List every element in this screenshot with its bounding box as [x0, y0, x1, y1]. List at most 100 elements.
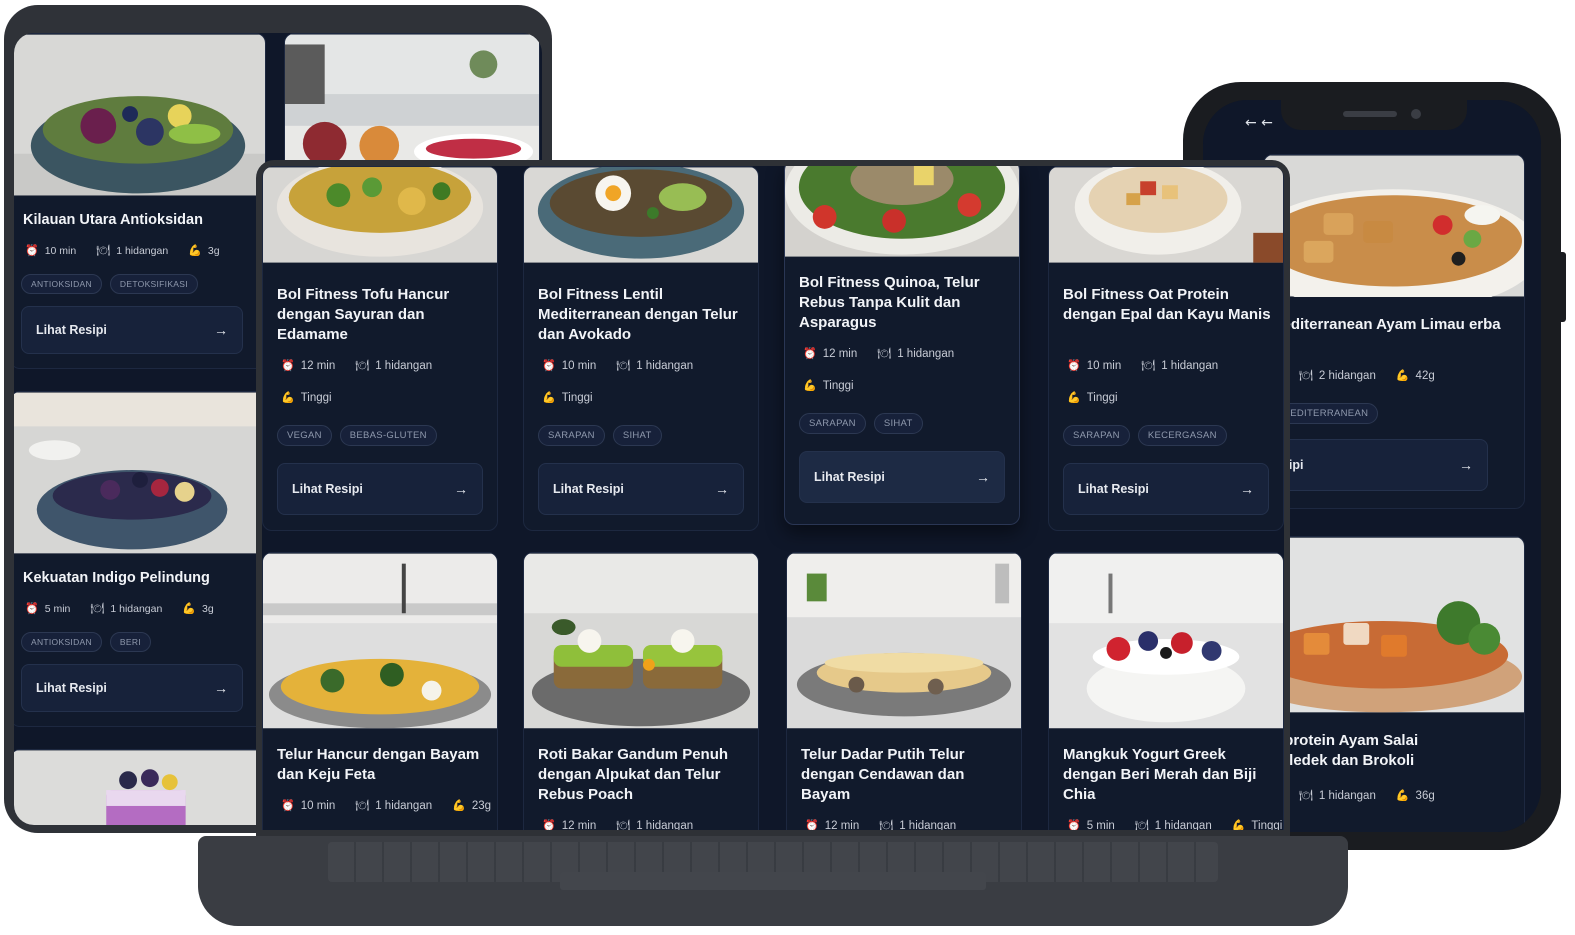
muscle-icon: 💪 [542, 392, 556, 404]
timer-icon: ⏰ [1067, 360, 1081, 372]
view-recipe-button[interactable]: Lihat Resipi → [21, 664, 243, 712]
tag: SIHAT [612, 425, 662, 446]
plate-icon: 🍽 [616, 820, 631, 830]
recipe-image [1264, 537, 1524, 713]
muscle-icon: 💪 [188, 245, 202, 257]
tag: KECERGASAN [1137, 425, 1227, 446]
recipe-image [14, 34, 265, 196]
muscle-icon: 💪 [1395, 790, 1410, 802]
recipe-protein: 💪 Tinggi [803, 379, 854, 393]
recipe-title: Bol Fitness Quinoa, Telur Rebus Tanpa Ku… [799, 274, 980, 331]
recipe-protein: 💪 Tinggi [542, 391, 593, 405]
arrow-right-icon: → [976, 469, 990, 485]
plate-icon: 🍽 [1141, 360, 1156, 372]
view-recipe-button[interactable]: Lihat Resipi → [1063, 463, 1269, 515]
recipe-card[interactable]: Bol Fitness Oat Protein dengan Epal dan … [1048, 166, 1284, 531]
view-recipe-button[interactable]: Lihat Resipi → [538, 463, 744, 515]
muscle-icon: 💪 [1067, 392, 1081, 404]
timer-icon: ⏰ [803, 348, 817, 360]
plate-icon: 🍽 [1298, 790, 1313, 802]
view-recipe-button[interactable]: Lihat Resipi → [277, 463, 483, 515]
recipe-card[interactable]: Roti Bakar Gandum Penuh dengan Alpukat d… [523, 552, 759, 830]
recipe-image [524, 167, 758, 263]
timer-icon: ⏰ [25, 603, 39, 615]
arrow-right-icon: → [214, 322, 228, 338]
timer-icon: ⏰ [281, 800, 295, 812]
recipe-title: Telur Hancur dengan Bayam dan Keju Feta [277, 746, 480, 783]
view-recipe-button[interactable]: Lihat Resipi → [799, 451, 1005, 503]
recipe-meta: ⏰ 10 min 🍽 1 hidangan 💪 3g [25, 244, 220, 258]
tag: BEBAS-GLUTEN [339, 425, 437, 446]
recipe-title: Kekuatan Indigo Pelindung [23, 570, 210, 586]
recipe-card[interactable]: Kilauan Utara Antioksidan ⏰ 10 min 🍽 1 hid… [14, 33, 266, 369]
plate-icon: 🍽 [1134, 820, 1149, 830]
arrow-right-icon: → [1240, 481, 1254, 497]
recipe-tags: ANTIOKSIDAN BERI [21, 632, 151, 652]
recipe-meta: ⏰ 10 min 🍽 1 hidangan [542, 359, 694, 373]
back-arrow-icon[interactable]: ← ← [1245, 115, 1273, 131]
recipe-tags: SARAPAN SIHAT [538, 425, 662, 446]
recipe-image [1264, 155, 1524, 297]
recipe-title: Bol Fitness Lentil Mediterranean dengan … [538, 286, 738, 343]
camera-icon [1411, 109, 1421, 119]
plate-icon: 🍽 [355, 800, 370, 812]
plate-icon: 🍽 [879, 820, 894, 830]
tag: DETOKSIFIKASI [109, 274, 198, 294]
muscle-icon: 💪 [182, 603, 197, 615]
timer-icon: ⏰ [542, 820, 556, 830]
tag: SIHAT [873, 413, 923, 434]
recipe-card[interactable]: Mediterranean Ayam Limau erba in 🍽2 hida… [1263, 154, 1525, 509]
recipe-title: Roti Bakar Gandum Penuh dengan Alpukat d… [538, 746, 729, 803]
recipe-tags: SARAPAN KECERGASAN [1063, 425, 1227, 446]
recipe-title: Kilauan Utara Antioksidan [23, 212, 203, 228]
tag: SARAPAN [1063, 425, 1130, 446]
recipe-card[interactable]: Mangkuk Yogurt Greek dengan Beri Merah d… [1048, 552, 1284, 830]
recipe-card[interactable]: Bol Fitness Tofu Hancur dengan Sayuran d… [262, 166, 498, 531]
phone-notch [1281, 100, 1467, 130]
phone-side-button [1561, 252, 1566, 322]
recipe-tags: VEGAN BEBAS-GLUTEN [277, 425, 437, 446]
recipe-meta: ⏰ 12 min 🍽 1 hidangan [281, 359, 433, 373]
plate-icon: 🍽 [616, 360, 631, 372]
recipe-image [1049, 553, 1283, 729]
recipe-image [524, 553, 758, 729]
muscle-icon: 💪 [803, 380, 817, 392]
recipe-image [785, 166, 1019, 257]
muscle-icon: 💪 [1395, 370, 1410, 382]
recipe-image [14, 750, 265, 825]
timer-icon: ⏰ [542, 360, 556, 372]
recipe-card[interactable]: Telur Dadar Putih Telur dengan Cendawan … [786, 552, 1022, 830]
recipe-image [263, 553, 497, 729]
view-recipe-button[interactable]: esipi → [1264, 439, 1488, 491]
recipe-meta: ⏰ 12 min 🍽 1 hidangan [542, 819, 694, 831]
recipe-meta: ⏰ 5 min 🍽 1 hidangan 💪 3g [25, 602, 214, 616]
recipe-meta: ⏰ 12 min 🍽 1 hidangan [805, 819, 957, 831]
recipe-protein: 💪 Tinggi [1067, 391, 1118, 405]
timer-icon: ⏰ [1067, 820, 1081, 830]
laptop-device: Bol Fitness Tofu Hancur dengan Sayuran d… [256, 160, 1290, 836]
plate-icon: 🍽 [355, 360, 370, 372]
recipe-image [787, 553, 1021, 729]
recipe-card[interactable]: erprotein Ayam Salai Keledek dan Brokoli… [1263, 536, 1525, 832]
timer-icon: ⏰ [25, 245, 39, 257]
recipe-title: erprotein Ayam Salai Keledek dan Brokoli [1270, 732, 1419, 769]
recipe-title: Bol Fitness Tofu Hancur dengan Sayuran d… [277, 286, 450, 343]
recipe-card[interactable] [284, 33, 540, 173]
tag: VEGAN [277, 425, 332, 446]
recipe-card[interactable] [14, 749, 266, 825]
recipe-image [14, 392, 265, 554]
view-recipe-button[interactable]: Lihat Resipi → [21, 306, 243, 354]
recipe-card[interactable]: Telur Hancur dengan Bayam dan Keju Feta … [262, 552, 498, 830]
trackpad [560, 872, 986, 890]
arrow-right-icon: → [1459, 457, 1473, 473]
recipe-tags: SARAPAN SIHAT [799, 413, 923, 434]
recipe-meta: ⏰ 10 min 🍽 1 hidangan [1067, 359, 1219, 373]
recipe-card[interactable]: Kekuatan Indigo Pelindung ⏰ 5 min 🍽 1 hida… [14, 391, 266, 727]
laptop-base [198, 836, 1348, 926]
recipe-title: Mediterranean Ayam Limau erba [1270, 316, 1501, 333]
speaker-icon [1343, 111, 1397, 117]
laptop-screen: Bol Fitness Tofu Hancur dengan Sayuran d… [262, 166, 1284, 830]
recipe-card[interactable]: Bol Fitness Lentil Mediterranean dengan … [523, 166, 759, 531]
tag: SARAPAN [799, 413, 866, 434]
recipe-card[interactable]: Bol Fitness Quinoa, Telur Rebus Tanpa Ku… [784, 166, 1020, 525]
